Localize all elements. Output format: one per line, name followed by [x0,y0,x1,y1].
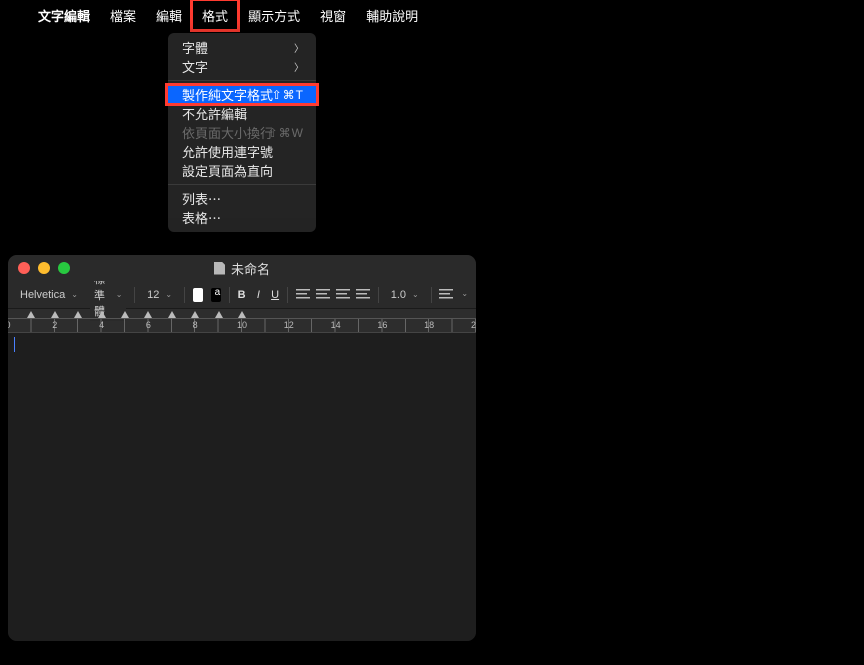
chevron-updown-icon: ⌄ [116,290,123,299]
tab-stop-marker[interactable] [98,311,106,318]
chevron-right-icon: 〉 [294,59,304,74]
list-icon [439,289,453,300]
text-caret [14,337,15,352]
tab-stop-marker[interactable] [27,311,35,318]
tab-stop-marker[interactable] [51,311,59,318]
tab-stop-marker[interactable] [168,311,176,318]
menu-orientation[interactable]: 設定頁面為直向 [168,161,316,180]
tab-stop-marker[interactable] [238,311,246,318]
menu-table[interactable]: 表格⋯ [168,208,316,227]
menu-file[interactable]: 檔案 [100,0,146,30]
font-size-value: 12 [147,289,159,301]
menu-prevent-editing[interactable]: 不允許編輯 [168,104,316,123]
menu-text-label: 文字 [182,57,208,76]
menu-wrap-to-page: 依頁面大小換行 ⇧⌘W [168,123,316,142]
menu-make-plain-text[interactable]: 製作純文字格式 ⇧⌘T [168,85,316,104]
menu-separator [168,184,316,185]
ruler-tick-label: 10 [237,320,247,330]
menu-allow-ligatures-label: 允許使用連字號 [182,142,273,161]
tab-stop-marker[interactable] [74,311,82,318]
align-center-button[interactable] [316,289,330,300]
chevron-right-icon: 〉 [294,40,304,55]
menu-wrap-to-page-label: 依頁面大小換行 [182,123,273,142]
ruler-scale[interactable]: 0 2 4 6 8 10 12 14 16 18 20 [8,319,476,333]
close-button[interactable] [18,262,30,274]
menu-prevent-editing-label: 不允許編輯 [182,104,247,123]
menu-view[interactable]: 顯示方式 [238,0,310,30]
chevron-updown-icon: ⌄ [165,290,172,299]
toolbar-separator [229,287,230,303]
chevron-down-icon: ⌄ [412,290,419,299]
ruler-tick-label: 2 [52,320,57,330]
minimize-button[interactable] [38,262,50,274]
window-title: 未命名 [8,259,476,278]
tab-stop-marker[interactable] [215,311,223,318]
window-title-text: 未命名 [231,259,270,278]
menu-font[interactable]: 字體 〉 [168,38,316,57]
menu-shortcut: ⇧⌘W [268,126,304,140]
line-spacing-value: 1.0 [391,289,406,301]
ruler-area: 0 2 4 6 8 10 12 14 16 18 20 [8,309,476,333]
apple-menu[interactable] [10,0,28,30]
menu-make-plain-text-label: 製作純文字格式 [182,85,273,104]
toolbar-separator [134,287,135,303]
menu-window[interactable]: 視窗 [310,0,356,30]
toolbar-separator [184,287,185,303]
font-size-select[interactable]: 12 ⌄ [143,287,176,303]
document-icon [214,262,225,275]
toolbar-separator [431,287,432,303]
format-toolbar: Helvetica ⌄ 標準體 ⌄ 12 ⌄ B I U 1.0 ⌄ [8,281,476,309]
menu-help[interactable]: 輔助說明 [356,0,428,30]
menu-format[interactable]: 格式 [192,0,238,30]
menu-list[interactable]: 列表⋯ [168,189,316,208]
toolbar-separator [378,287,379,303]
ruler-tick-label: 0 [8,320,11,330]
ruler-tick-label: 16 [377,320,387,330]
ruler-tick-label: 14 [331,320,341,330]
align-right-button[interactable] [336,289,350,300]
alignment-group [296,289,370,300]
tab-stop-marker[interactable] [191,311,199,318]
menu-text[interactable]: 文字 〉 [168,57,316,76]
chevron-down-icon: ⌄ [461,289,468,300]
menu-orientation-label: 設定頁面為直向 [182,161,273,180]
ruler-tick-label: 4 [99,320,104,330]
highlight-color-button[interactable] [211,288,221,302]
ruler-tick-label: 8 [193,320,198,330]
tab-stop-marker[interactable] [144,311,152,318]
align-justify-button[interactable] [356,289,370,300]
window-titlebar[interactable]: 未命名 [8,255,476,281]
chevron-updown-icon: ⌄ [71,290,78,299]
menubar: 文字編輯 檔案 編輯 格式 顯示方式 視窗 輔助說明 [0,0,864,30]
ruler-tick-label: 20 [471,320,476,330]
underline-button[interactable]: U [271,289,280,301]
line-spacing-select[interactable]: 1.0 ⌄ [387,287,423,303]
menu-allow-ligatures[interactable]: 允許使用連字號 [168,142,316,161]
menu-shortcut: ⇧⌘T [272,88,304,102]
ruler-tick-label: 12 [284,320,294,330]
traffic-lights [8,262,70,274]
menu-list-label: 列表⋯ [182,189,221,208]
zoom-button[interactable] [58,262,70,274]
font-family-select[interactable]: Helvetica ⌄ [16,287,82,303]
menu-separator [168,80,316,81]
list-style-select[interactable]: ⌄ [439,289,468,300]
menu-edit[interactable]: 編輯 [146,0,192,30]
textedit-window: 未命名 Helvetica ⌄ 標準體 ⌄ 12 ⌄ B I U [8,255,476,641]
ruler-tick-label: 6 [146,320,151,330]
toolbar-separator [287,287,288,303]
bold-button[interactable]: B [237,289,246,301]
italic-button[interactable]: I [254,289,263,301]
ruler-tick-label: 18 [424,320,434,330]
tab-stops[interactable] [8,309,476,319]
font-family-value: Helvetica [20,289,65,301]
align-left-button[interactable] [296,289,310,300]
tab-stop-marker[interactable] [121,311,129,318]
text-color-button[interactable] [193,288,203,302]
app-name-menu[interactable]: 文字編輯 [28,0,100,30]
menu-table-label: 表格⋯ [182,208,221,227]
menu-font-label: 字體 [182,38,208,57]
document-area[interactable] [8,333,476,641]
format-dropdown: 字體 〉 文字 〉 製作純文字格式 ⇧⌘T 不允許編輯 依頁面大小換行 ⇧⌘W … [168,33,316,232]
